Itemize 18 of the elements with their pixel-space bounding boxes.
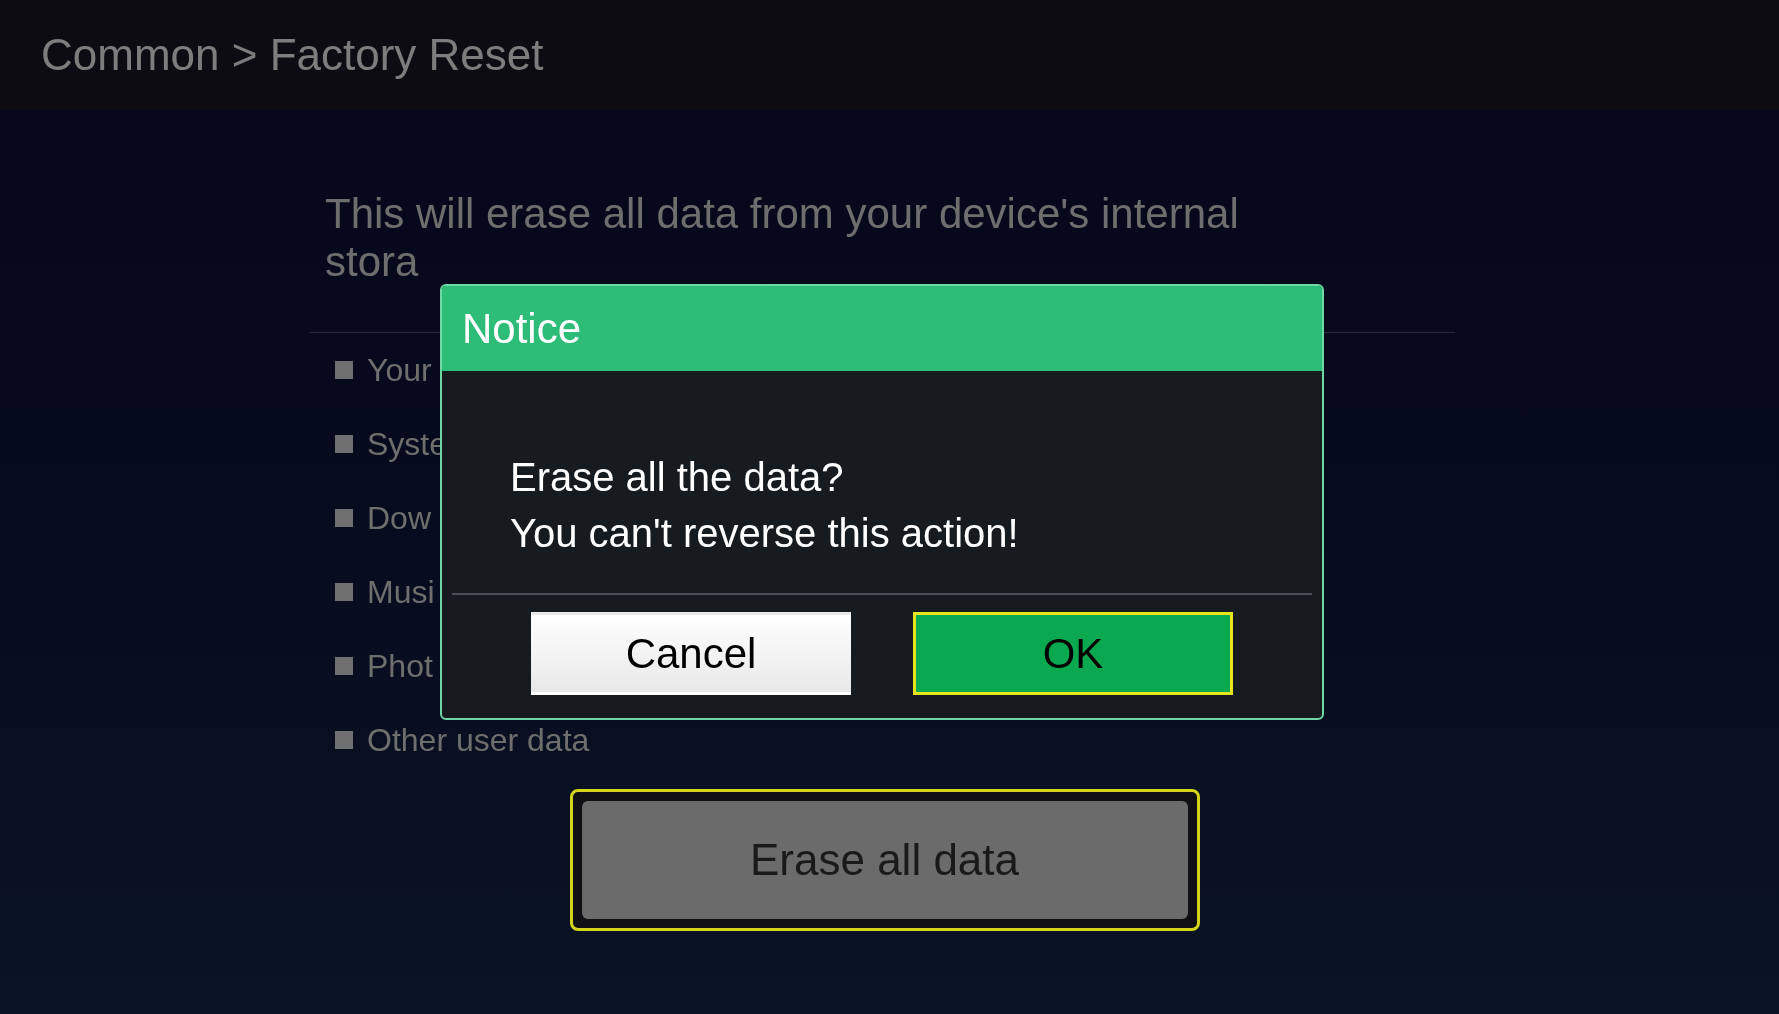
dialog-button[interactable]: OK [913, 612, 1233, 695]
bullet-square-icon [335, 509, 353, 527]
list-item-text: Your [367, 351, 432, 390]
dialog-message: Erase all the data? [510, 454, 845, 501]
dialog-title: Notice [462, 304, 582, 354]
bullet-square-icon [335, 657, 353, 675]
list-item-text: Phot [367, 647, 433, 686]
bullet-square-icon [335, 583, 353, 601]
list-item-text: Dow [367, 499, 431, 538]
list-item-text: Musi [367, 573, 435, 612]
bullet-square-icon [335, 435, 353, 453]
bullet-square-icon [335, 361, 353, 379]
dialog-button[interactable]: Cancel [531, 612, 851, 695]
intro-text: This will erase all data from your device's internal stora [324, 190, 1240, 286]
list-item-text: Other user data [367, 721, 590, 760]
breadcrumb-title: Common > Factory Reset [41, 29, 544, 81]
bullet-square-icon [335, 731, 353, 749]
dialog-message: You can't reverse this action! [510, 510, 1020, 557]
